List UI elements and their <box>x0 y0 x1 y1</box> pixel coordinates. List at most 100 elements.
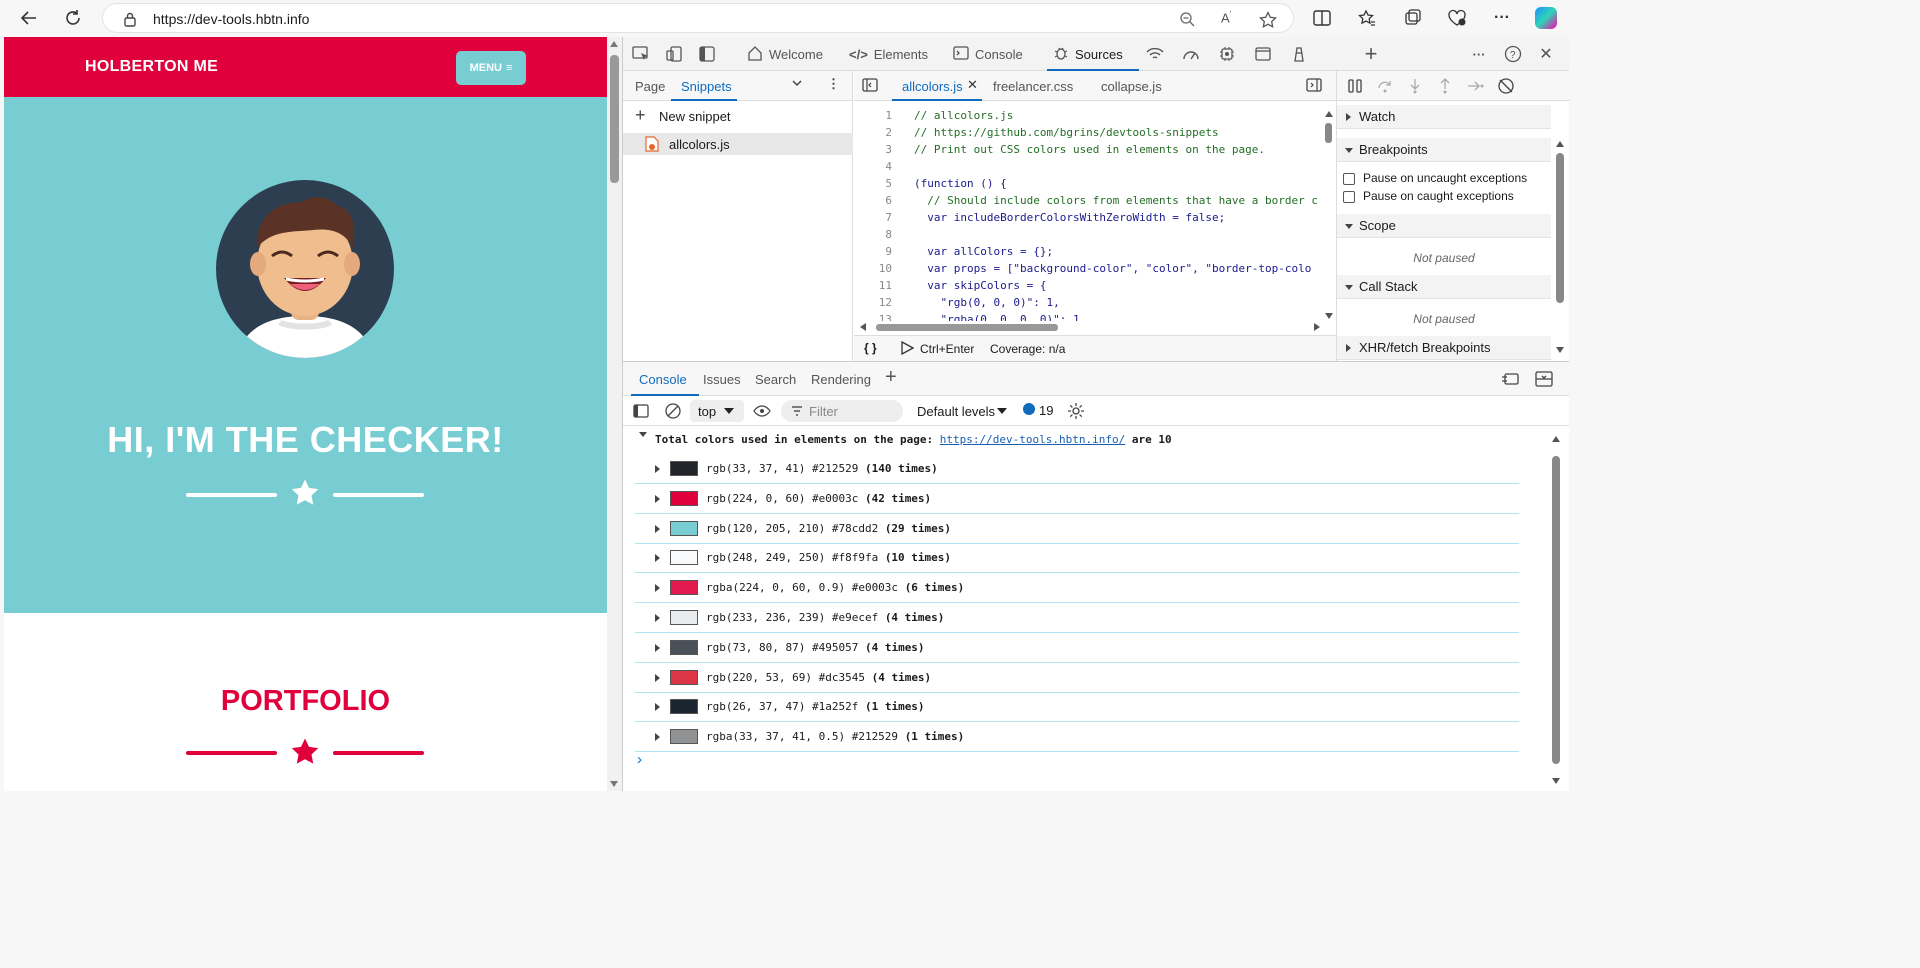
drawer-tab-console[interactable]: Console <box>639 372 687 387</box>
zoom-out-icon[interactable] <box>1179 11 1195 30</box>
run-shortcut[interactable]: Ctrl+Enter <box>920 342 974 356</box>
editor-tab-freelancer[interactable]: freelancer.css <box>993 79 1073 94</box>
step-icon[interactable] <box>1467 78 1485 97</box>
step-into-icon[interactable] <box>1407 78 1423 97</box>
more-options-icon[interactable]: ··· <box>1492 8 1512 28</box>
close-tab-icon[interactable]: ✕ <box>967 77 978 93</box>
tab-console[interactable]: Console <box>949 37 1027 71</box>
expand-triangle-icon[interactable] <box>655 465 660 473</box>
refresh-icon[interactable] <box>61 6 85 30</box>
line-number[interactable]: 11 <box>854 277 892 294</box>
read-aloud-icon[interactable]: Aʼ <box>1221 10 1231 25</box>
code-line[interactable]: 9 var allColors = {}; <box>854 243 1324 260</box>
code-line[interactable]: 12 "rgb(0, 0, 0)": 1, <box>854 294 1324 311</box>
scroll-down-icon[interactable] <box>610 781 618 787</box>
call-stack-section[interactable]: Call Stack <box>1337 275 1551 299</box>
split-screen-icon[interactable] <box>1312 8 1332 28</box>
line-number[interactable]: 12 <box>854 294 892 311</box>
line-number[interactable]: 9 <box>854 243 892 260</box>
new-snippet-button[interactable]: + New snippet <box>623 103 853 129</box>
pause-caught-checkbox[interactable] <box>1343 190 1355 203</box>
code-line[interactable]: 3 // Print out CSS colors used in element… <box>854 141 1324 158</box>
expand-triangle-icon[interactable] <box>655 703 660 712</box>
navigator-more-icon[interactable]: ⋮ <box>827 76 840 92</box>
lock-icon[interactable] <box>123 11 137 30</box>
code-line[interactable]: 8 <box>854 226 1324 243</box>
code-line[interactable]: 11 var skipColors = { <box>854 277 1324 294</box>
more-tools-icon[interactable]: ··· <box>1469 45 1489 63</box>
color-row[interactable]: rgb(224, 0, 60) #e0003c (42 times) <box>635 484 1519 514</box>
deactivate-breakpoints-icon[interactable] <box>1497 77 1515 98</box>
color-row[interactable]: rgba(33, 37, 41, 0.5) #212529 (1 times) <box>635 722 1519 753</box>
toggle-debugger-icon[interactable] <box>1306 78 1322 95</box>
expand-triangle-icon[interactable] <box>655 554 660 563</box>
help-icon[interactable]: ? <box>1503 45 1523 63</box>
clear-console-icon[interactable] <box>665 403 681 422</box>
chevron-down-icon[interactable] <box>791 77 803 92</box>
code-line[interactable]: 4 <box>854 158 1324 175</box>
console-summary-row[interactable]: Total colors used in elements on the pag… <box>623 428 1553 452</box>
pause-icon[interactable] <box>1347 78 1363 97</box>
address-bar[interactable]: https://dev-tools.hbtn.info Aʼ <box>102 3 1294 33</box>
collections-icon[interactable] <box>1403 8 1423 28</box>
color-row[interactable]: rgb(26, 37, 47) #1a252f (1 times) <box>635 692 1519 723</box>
expand-triangle-icon[interactable] <box>655 524 660 533</box>
scroll-up-icon[interactable] <box>610 41 618 47</box>
site-brand[interactable]: HOLBERTON ME <box>85 58 218 76</box>
breakpoints-section[interactable]: Breakpoints <box>1337 138 1551 162</box>
line-number[interactable]: 13 <box>854 311 892 321</box>
expand-triangle-icon[interactable] <box>655 494 660 503</box>
close-devtools-icon[interactable]: ✕ <box>1536 45 1556 63</box>
xhr-breakpoints-section[interactable]: XHR/fetch Breakpoints <box>1337 336 1551 360</box>
editor-tab-allcolors[interactable]: allcolors.js <box>902 79 963 94</box>
color-row[interactable]: rgb(120, 205, 210) #78cdd2 (29 times) <box>635 514 1519 544</box>
expand-triangle-icon[interactable] <box>655 643 660 652</box>
code-line[interactable]: 5 (function () { <box>854 175 1324 192</box>
back-arrow-icon[interactable] <box>17 6 41 30</box>
color-row[interactable]: rgba(224, 0, 60, 0.9) #e0003c (6 times) <box>635 573 1519 604</box>
pause-uncaught-row[interactable]: Pause on uncaught exceptions <box>1343 171 1527 185</box>
browser-essentials-icon[interactable] <box>1447 8 1467 28</box>
add-tool-icon[interactable]: + <box>1361 41 1381 66</box>
line-number[interactable]: 6 <box>854 192 892 209</box>
line-number[interactable]: 7 <box>854 209 892 226</box>
code-line[interactable]: 13 "rgba(0, 0, 0, 0)": 1, <box>854 311 1324 321</box>
tab-elements[interactable]: </> Elements <box>845 37 932 71</box>
line-number[interactable]: 8 <box>854 226 892 243</box>
tab-snippets[interactable]: Snippets <box>681 79 732 94</box>
color-row[interactable]: rgb(73, 80, 87) #495057 (4 times) <box>635 633 1519 663</box>
code-line[interactable]: 10 var props = ["background-color", "col… <box>854 260 1324 277</box>
tab-sources[interactable]: Sources <box>1047 37 1139 71</box>
network-wifi-icon[interactable] <box>1145 45 1165 63</box>
console-filter-input[interactable]: Filter <box>781 400 903 422</box>
memory-icon[interactable] <box>1217 45 1237 63</box>
editor-hscrollbar[interactable] <box>860 321 1320 333</box>
expand-triangle-icon[interactable] <box>655 733 660 742</box>
tab-welcome[interactable]: Welcome <box>743 37 827 71</box>
console-prompt-icon[interactable]: › <box>637 751 642 768</box>
log-levels-dropdown[interactable]: Default levels <box>915 400 1015 422</box>
console-scrollbar[interactable] <box>1549 432 1563 792</box>
pause-uncaught-checkbox[interactable] <box>1343 172 1355 185</box>
editor-tab-collapse[interactable]: collapse.js <box>1101 79 1162 94</box>
color-row[interactable]: rgb(248, 249, 250) #f8f9fa (10 times) <box>635 543 1519 574</box>
line-number[interactable]: 1 <box>854 107 892 124</box>
lighthouse-icon[interactable] <box>1289 45 1309 63</box>
application-icon[interactable] <box>1253 45 1273 63</box>
drawer-tab-search[interactable]: Search <box>755 372 796 387</box>
quick-view-icon[interactable] <box>1501 371 1519 390</box>
summary-link[interactable]: https://dev-tools.hbtn.info/ <box>940 433 1125 446</box>
drawer-tab-rendering[interactable]: Rendering <box>811 372 871 387</box>
dock-side-icon[interactable] <box>697 45 717 63</box>
line-number[interactable]: 2 <box>854 124 892 141</box>
step-over-icon[interactable] <box>1377 78 1393 97</box>
expand-triangle-icon[interactable] <box>655 673 660 682</box>
snippet-file-item[interactable]: allcolors.js <box>623 133 853 155</box>
scroll-thumb[interactable] <box>610 55 619 183</box>
watch-section[interactable]: Watch <box>1337 105 1551 129</box>
step-out-icon[interactable] <box>1437 78 1453 97</box>
add-drawer-tab-icon[interactable]: + <box>885 366 897 389</box>
code-line[interactable]: 7 var includeBorderColorsWithZeroWidth =… <box>854 209 1324 226</box>
favorites-icon[interactable] <box>1357 8 1377 28</box>
expand-triangle-icon[interactable] <box>655 614 660 622</box>
